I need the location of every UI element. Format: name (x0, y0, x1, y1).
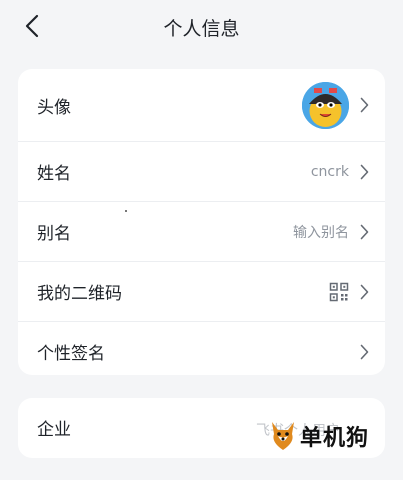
alias-placeholder: 输入别名 (293, 224, 349, 241)
chevron-right-icon (360, 164, 368, 179)
page-title: 个人信息 (163, 18, 240, 40)
watermark-text: 单机狗 (300, 426, 370, 451)
chevron-right-icon (360, 344, 368, 359)
name-value: cncrk (310, 163, 349, 180)
name-row[interactable]: 姓名 cncrk (18, 142, 385, 202)
chevron-right-icon (360, 284, 368, 299)
alias-row[interactable]: 别名 输入别名 (18, 202, 385, 262)
chevron-right-icon (360, 224, 368, 239)
qr-code-icon (329, 282, 349, 301)
qr-code-row[interactable]: 我的二维码 (18, 262, 385, 322)
avatar[interactable] (302, 81, 349, 129)
profile-card: 头像 姓名 cncrk 别名 输入别名 我的二维码 个性签名 (18, 69, 385, 375)
company-label: 企业 (37, 420, 71, 440)
navigation-bar: 个人信息 (0, 0, 403, 52)
name-label: 姓名 (37, 164, 71, 184)
alias-label: 别名 (37, 224, 71, 244)
watermark: 单机狗 (268, 420, 369, 452)
avatar-row[interactable]: 头像 (18, 69, 385, 142)
stray-dot (125, 210, 127, 212)
avatar-label: 头像 (37, 97, 71, 118)
signature-label: 个性签名 (37, 344, 105, 364)
dog-icon (272, 422, 294, 450)
avatar-image (302, 81, 349, 129)
qr-code-label: 我的二维码 (37, 284, 122, 304)
signature-row[interactable]: 个性签名 (18, 322, 385, 375)
chevron-right-icon (360, 97, 368, 113)
